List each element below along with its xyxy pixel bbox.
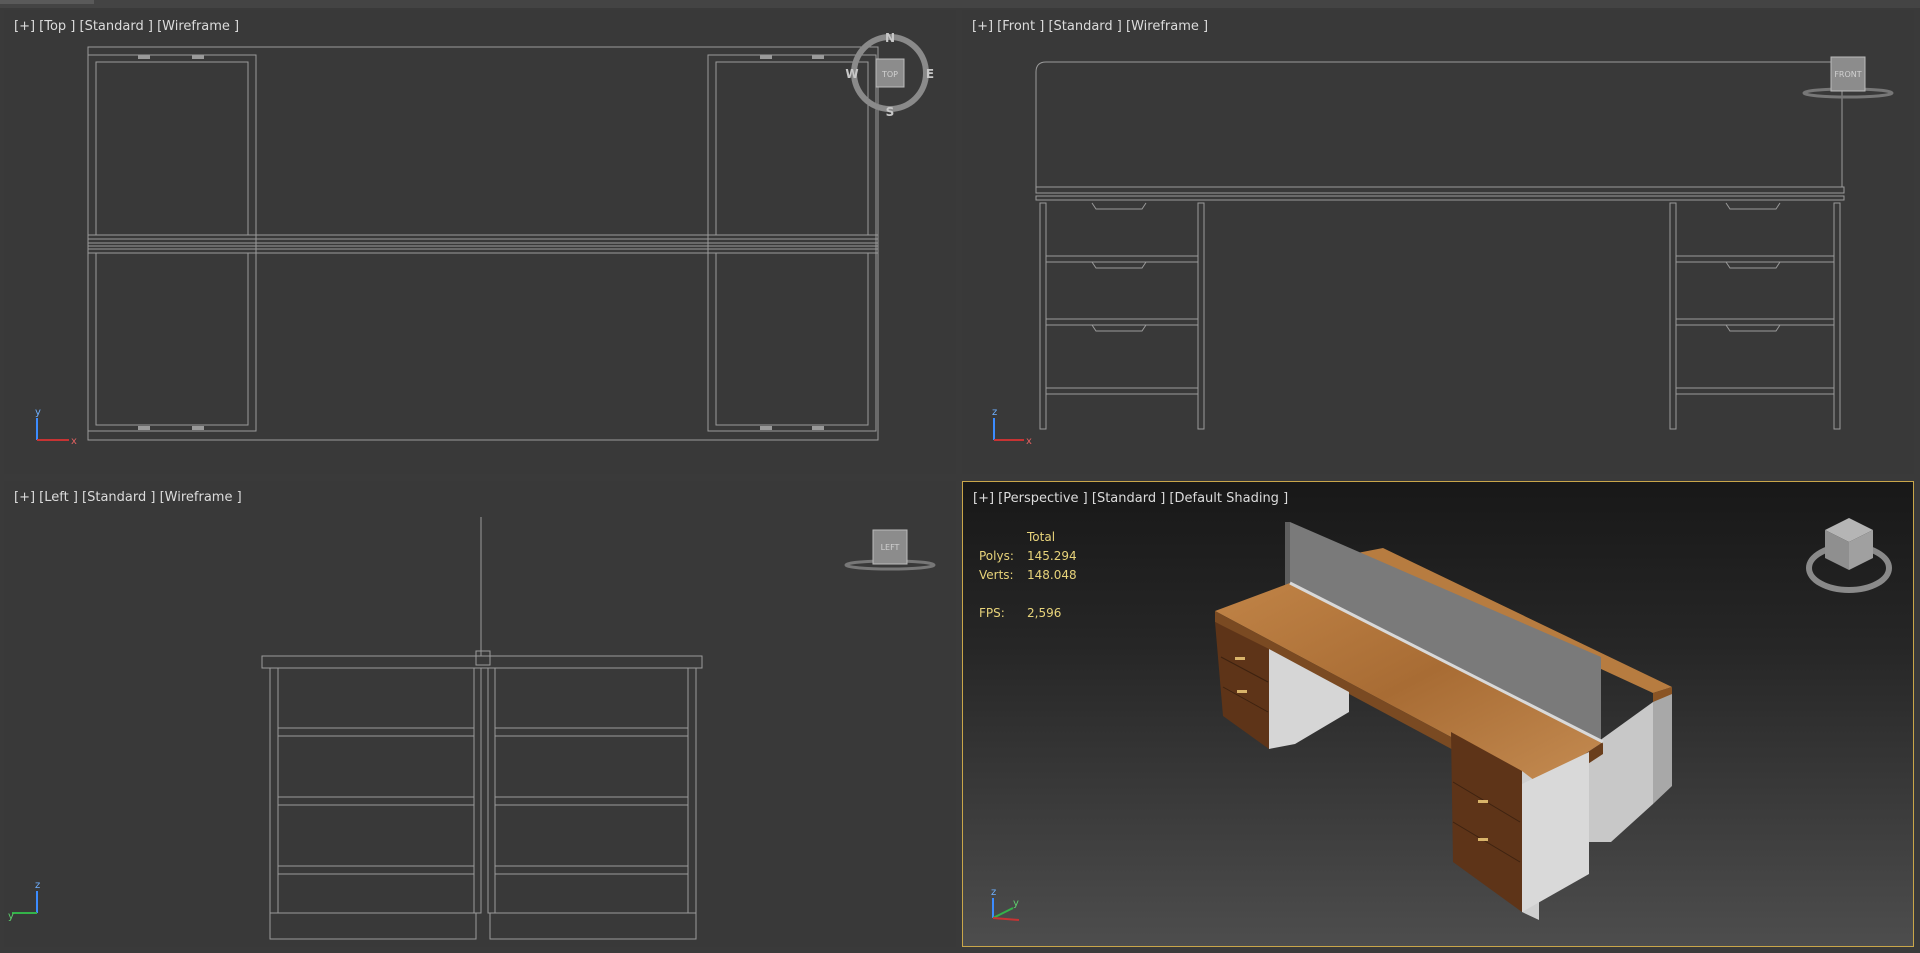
stats-header: Total xyxy=(1027,530,1056,544)
axis-label-b: x xyxy=(1026,436,1032,447)
viewport-label-top[interactable]: [+] [Top ] [Standard ] [Wireframe ] xyxy=(14,19,239,34)
viewcube-face-label: LEFT xyxy=(881,543,900,552)
verts-value: 148.048 xyxy=(1027,568,1077,582)
compass-west: W xyxy=(845,67,858,81)
axis-label-a: z xyxy=(35,880,40,891)
viewport-label-perspective[interactable]: [+] [Perspective ] [Standard ] [Default … xyxy=(973,491,1288,506)
verts-label: Verts: xyxy=(979,568,1014,582)
axis-label-b: x xyxy=(71,436,77,447)
viewport-front[interactable]: FRONT z x [+] [Front ] [Standard ] [Wire… xyxy=(962,10,1914,474)
left-wireframe: LEFT z y xyxy=(8,517,936,940)
axis-label-b: y xyxy=(1013,898,1019,909)
top-wireframe: TOP N S E W y x xyxy=(35,31,934,447)
stats-overlay: Total Polys: 145.294 Verts: 148.048 FPS: 2,… xyxy=(979,528,1077,623)
axis-label-a: z xyxy=(991,887,996,898)
polys-value: 145.294 xyxy=(1027,549,1077,563)
axis-tripod-icon: z y xyxy=(991,887,1020,921)
viewport-label-front[interactable]: [+] [Front ] [Standard ] [Wireframe ] xyxy=(972,19,1208,34)
fps-value: 2,596 xyxy=(1027,606,1062,620)
viewcube-compass[interactable]: TOP N S E W xyxy=(845,31,934,119)
tab-marker xyxy=(0,0,94,4)
axis-tripod-icon: z x xyxy=(992,407,1032,447)
desk-render: z y xyxy=(991,518,1892,921)
viewcube-perspective[interactable] xyxy=(1806,518,1892,593)
fps-label: FPS: xyxy=(979,606,1005,620)
viewport-label-left[interactable]: [+] [Left ] [Standard ] [Wireframe ] xyxy=(14,490,242,505)
axis-tripod-icon: y x xyxy=(35,407,77,447)
compass-north: N xyxy=(885,31,895,45)
compass-south: S xyxy=(886,105,895,119)
axis-tripod-icon: z y xyxy=(8,880,40,922)
viewcube-left[interactable]: LEFT xyxy=(844,529,936,571)
viewport-left[interactable]: LEFT z y [+] [Left ] [Standard ] [Wirefr… xyxy=(4,481,956,947)
title-strip xyxy=(0,0,1920,8)
axis-label-b: y xyxy=(8,911,14,922)
viewport-top[interactable]: TOP N S E W y x [+] [Top ] [Standard ] [… xyxy=(4,10,956,474)
viewport-perspective[interactable]: z y [+] [Perspective ] [Standard ] [Defa… xyxy=(962,481,1914,947)
viewcube-face-label: FRONT xyxy=(1834,70,1861,79)
viewcube-front[interactable]: FRONT xyxy=(1802,56,1894,99)
polys-label: Polys: xyxy=(979,549,1014,563)
axis-label-a: y xyxy=(35,407,41,418)
front-wireframe: FRONT z x xyxy=(992,56,1894,447)
axis-label-a: z xyxy=(992,407,997,418)
viewcube-face-label: TOP xyxy=(881,70,898,79)
compass-east: E xyxy=(926,67,934,81)
